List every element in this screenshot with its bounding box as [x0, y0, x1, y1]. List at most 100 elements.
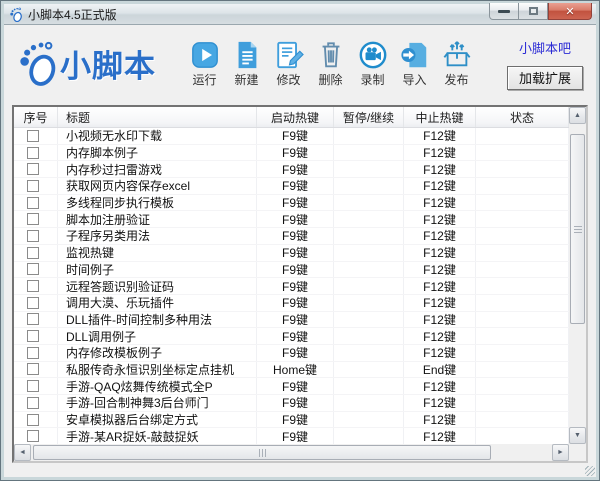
row-status	[476, 428, 569, 445]
row-stop-hotkey: F12键	[404, 178, 476, 194]
header-status[interactable]: 状态	[476, 107, 569, 127]
row-title: 调用大漠、乐玩插件	[58, 294, 257, 311]
table-row[interactable]: 时间例子 F9键 F12键	[14, 261, 569, 279]
horizontal-scrollbar[interactable]: ◄ ►	[14, 444, 569, 461]
maximize-icon	[528, 7, 538, 15]
row-pause-hotkey	[334, 311, 404, 328]
row-checkbox[interactable]	[26, 229, 39, 242]
row-checkbox[interactable]	[26, 263, 39, 276]
row-stop-hotkey: F12键	[404, 244, 476, 261]
header-start-hotkey[interactable]: 启动热键	[257, 107, 334, 127]
table-row[interactable]: 内存脚本例子 F9键 F12键	[14, 144, 569, 162]
row-title: DLL插件-时间控制多种用法	[58, 311, 257, 328]
client-area: 小脚本 运行 新建 修改 删除 录制 导入 发布 小脚本吧 加载扩展 序号 标题…	[4, 25, 596, 477]
table-row[interactable]: 监视热键 F9键 F12键	[14, 244, 569, 262]
table-row[interactable]: 远程答题识别验证码 F9键 F12键	[14, 278, 569, 295]
row-checkbox[interactable]	[26, 213, 39, 226]
row-checkbox[interactable]	[26, 129, 39, 142]
table-row[interactable]: 子程序另类用法 F9键 F12键	[14, 228, 569, 245]
table-row[interactable]: DLL调用例子 F9键 F12键	[14, 328, 569, 345]
row-title: 远程答题识别验证码	[58, 278, 257, 294]
row-stop-hotkey: F12键	[404, 278, 476, 294]
row-title: 获取网页内容保存excel	[58, 178, 257, 194]
row-checkbox[interactable]	[26, 380, 39, 393]
table-row[interactable]: DLL插件-时间控制多种用法 F9键 F12键	[14, 311, 569, 329]
row-checkbox[interactable]	[26, 296, 39, 309]
row-pause-hotkey	[334, 344, 404, 361]
table-row[interactable]: 手游-回合制神舞3后台师门 F9键 F12键	[14, 395, 569, 412]
row-checkbox[interactable]	[26, 363, 39, 376]
table-row[interactable]: 手游-QAQ炫舞传统模式全P F9键 F12键	[14, 378, 569, 395]
row-checkbox[interactable]	[26, 330, 39, 343]
window-title: 小脚本4.5正式版	[28, 7, 117, 22]
table-row[interactable]: 获取网页内容保存excel F9键 F12键	[14, 178, 569, 195]
row-checkbox[interactable]	[26, 179, 39, 192]
vertical-scroll-thumb[interactable]	[570, 134, 585, 324]
top-bar: 小脚本 运行 新建 修改 删除 录制 导入 发布 小脚本吧 加载扩展	[4, 25, 596, 102]
table-row[interactable]: 调用大漠、乐玩插件 F9键 F12键	[14, 294, 569, 312]
scroll-down-icon: ▼	[574, 432, 581, 439]
close-button[interactable]: ✕	[548, 3, 592, 20]
scroll-left-button[interactable]: ◄	[14, 444, 31, 461]
scroll-right-button[interactable]: ►	[552, 444, 569, 461]
table-body: 小视频无水印下载 F9键 F12键 内存脚本例子 F9键 F12键 内存秒过扫雷…	[14, 128, 569, 446]
forum-link[interactable]: 小脚本吧	[519, 38, 571, 57]
table-row[interactable]: 手游-某AR捉妖-敲鼓捉妖 F9键 F12键	[14, 428, 569, 446]
row-checkbox[interactable]	[26, 346, 39, 359]
edit-button[interactable]: 修改	[269, 40, 308, 88]
row-checkbox[interactable]	[26, 163, 39, 176]
scroll-up-button[interactable]: ▲	[569, 107, 586, 124]
header-pause-hotkey[interactable]: 暂停/继续	[334, 107, 404, 127]
row-title: 时间例子	[58, 261, 257, 278]
row-checkbox[interactable]	[26, 280, 39, 293]
row-pause-hotkey	[334, 428, 404, 445]
header-title[interactable]: 标题	[58, 107, 257, 127]
row-checkbox[interactable]	[26, 396, 39, 409]
row-pause-hotkey	[334, 178, 404, 194]
table-row[interactable]: 小视频无水印下载 F9键 F12键	[14, 128, 569, 145]
app-logo: 小脚本	[14, 40, 179, 88]
delete-button[interactable]: 删除	[311, 40, 350, 88]
row-checkbox[interactable]	[26, 413, 39, 426]
table-row[interactable]: 私服传奇永恒识别坐标定点挂机 Home键 End键	[14, 361, 569, 379]
publish-button[interactable]: 发布	[437, 40, 476, 88]
table-row[interactable]: 脚本加注册验证 F9键 F12键	[14, 211, 569, 229]
load-extension-button[interactable]: 加载扩展	[507, 65, 583, 90]
import-button[interactable]: 导入	[395, 40, 434, 88]
row-start-hotkey: F9键	[257, 294, 334, 311]
top-right-area: 小脚本吧 加载扩展	[507, 38, 583, 90]
table-row[interactable]: 安卓模拟器后台绑定方式 F9键 F12键	[14, 411, 569, 429]
new-icon	[238, 41, 256, 68]
row-pause-hotkey	[334, 278, 404, 294]
tool-label: 新建	[234, 72, 259, 87]
table-row[interactable]: 内存修改模板例子 F9键 F12键	[14, 344, 569, 362]
row-start-hotkey: F9键	[257, 428, 334, 445]
row-checkbox[interactable]	[26, 313, 39, 326]
new-button[interactable]: 新建	[227, 40, 266, 88]
row-status	[476, 378, 569, 394]
row-stop-hotkey: F12键	[404, 294, 476, 311]
row-checkbox[interactable]	[26, 246, 39, 259]
minimize-button[interactable]	[489, 3, 519, 20]
scroll-left-icon: ◄	[19, 449, 26, 456]
horizontal-scroll-thumb[interactable]	[33, 445, 491, 460]
maximize-button[interactable]	[519, 3, 548, 20]
scroll-down-button[interactable]: ▼	[569, 427, 586, 444]
run-button[interactable]: 运行	[185, 40, 224, 88]
row-start-hotkey: F9键	[257, 344, 334, 361]
row-pause-hotkey	[334, 411, 404, 428]
row-pause-hotkey	[334, 395, 404, 411]
header-seq[interactable]: 序号	[14, 107, 58, 127]
row-status	[476, 128, 569, 144]
header-stop-hotkey[interactable]: 中止热键	[404, 107, 476, 127]
scrollbar-corner	[569, 444, 586, 461]
table-row[interactable]: 多线程同步执行模板 F9键 F12键	[14, 194, 569, 212]
vertical-scrollbar[interactable]: ▲ ▼	[569, 107, 586, 444]
resize-grip[interactable]	[585, 466, 595, 476]
row-checkbox[interactable]	[26, 430, 39, 443]
row-checkbox[interactable]	[26, 146, 39, 159]
row-checkbox[interactable]	[26, 196, 39, 209]
table-row[interactable]: 内存秒过扫雷游戏 F9键 F12键	[14, 161, 569, 179]
record-button[interactable]: 录制	[353, 40, 392, 88]
scroll-up-icon: ▲	[574, 112, 581, 119]
